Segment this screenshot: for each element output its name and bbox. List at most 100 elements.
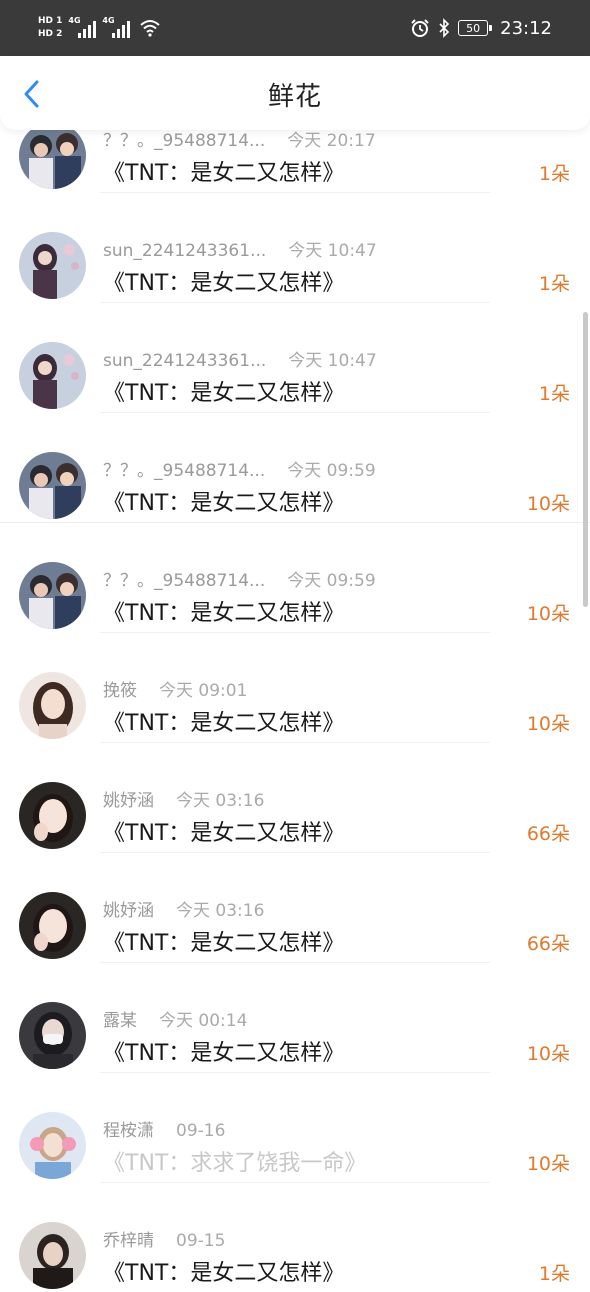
book-title[interactable]: 《TNT：是女二又怎样》 [103,155,344,187]
book-title[interactable]: 《TNT：是女二又怎样》 [103,375,344,407]
list-item[interactable]: sun_2241243361... 今天 10:47 《TNT：是女二又怎样》 1… [0,192,590,302]
username[interactable]: 挽筱 [103,681,137,701]
flower-count: 10朵 [526,1153,570,1175]
username[interactable]: 姚妤涵 [103,901,154,921]
list-item[interactable]: 挽筱 今天 09:01 《TNT：是女二又怎样》 10朵 [0,632,590,742]
book-title[interactable]: 《TNT：是女二又怎样》 [103,1255,344,1287]
timestamp: 今天 03:16 [176,901,265,921]
username[interactable]: 程桉潇 [103,1121,154,1141]
timestamp: 09-16 [176,1121,226,1141]
avatar[interactable] [19,1002,86,1069]
item-meta: 姚妤涵 今天 03:16 [103,896,264,921]
divider [0,522,590,523]
app-header: 鲜花 [0,56,590,130]
item-meta: 姚妤涵 今天 03:16 [103,786,264,811]
timestamp: 今天 10:47 [288,351,377,371]
flower-count: 10朵 [526,713,570,735]
scrollbar[interactable] [583,312,588,607]
wifi-icon [140,20,161,37]
hd1-label: HD 1 [38,16,63,26]
item-meta: 露某 今天 00:14 [103,1006,247,1031]
username[interactable]: ？？。_95488714... [103,461,265,481]
flower-count: 1朵 [538,163,570,185]
avatar[interactable] [19,892,86,959]
book-title[interactable]: 《TNT：是女二又怎样》 [103,815,344,847]
item-meta: 挽筱 今天 09:01 [103,676,247,701]
list-item[interactable]: ？？。_95488714... 今天 09:59 《TNT：是女二又怎样》 10朵 [0,412,590,522]
item-meta: sun_2241243361... 今天 10:47 [103,346,377,371]
timestamp: 今天 03:16 [176,791,265,811]
avatar[interactable] [19,672,86,739]
timestamp: 今天 09:59 [287,571,376,591]
flower-count: 1朵 [538,383,570,405]
alarm-icon [411,19,429,37]
divider [100,302,490,303]
flower-count: 10朵 [526,603,570,625]
avatar[interactable] [19,122,86,189]
avatar[interactable] [19,562,86,629]
item-meta: 程桉潇 09-16 [103,1116,225,1141]
pink-headphones-avatar [19,1112,86,1179]
item-meta: 乔梓晴 09-15 [103,1226,225,1251]
username[interactable]: sun_2241243361... [103,241,266,261]
list-item[interactable]: 姚妤涵 今天 03:16 《TNT：是女二又怎样》 66朵 [0,742,590,852]
flower-count: 66朵 [526,933,570,955]
book-title[interactable]: 《TNT：求求了饶我一命》 [103,1145,366,1177]
status-bar: HD 1 HD 2 4G 4G 50 23:12 [0,0,590,56]
username[interactable]: 露某 [103,1011,137,1031]
bluetooth-icon [439,18,450,38]
divider [100,1182,490,1183]
username[interactable]: 乔梓晴 [103,1231,154,1251]
divider [100,962,490,963]
clock: 23:12 [500,17,552,39]
list-item[interactable]: sun_2241243361... 今天 10:47 《TNT：是女二又怎样》 1… [0,302,590,412]
flower-list: ？？。_95488714... 今天 20:17 《TNT：是女二又怎样》 1朵 … [0,82,590,1292]
page-title: 鲜花 [267,82,322,112]
book-title[interactable]: 《TNT：是女二又怎样》 [103,705,344,737]
hd-indicators: HD 1 HD 2 [38,16,62,40]
divider [100,1072,490,1073]
divider [100,632,490,633]
avatar[interactable] [19,1222,86,1289]
book-title[interactable]: 《TNT：是女二又怎样》 [103,265,344,297]
username[interactable]: sun_2241243361... [103,351,266,371]
two-boys-avatar [19,452,86,519]
dark-portrait-avatar [19,1222,86,1289]
avatar[interactable] [19,232,86,299]
timestamp: 今天 00:14 [159,1011,248,1031]
girl-selfie-avatar [19,782,86,849]
username[interactable]: ？？。_95488714... [103,131,265,151]
status-bar-right: 50 23:12 [410,14,552,42]
item-meta: sun_2241243361... 今天 10:47 [103,236,377,261]
avatar[interactable] [19,452,86,519]
list-item[interactable]: 乔梓晴 09-15 《TNT：是女二又怎样》 1朵 [0,1182,590,1292]
item-meta: ？？。_95488714... 今天 09:59 [103,456,376,481]
girl-stage-avatar [19,232,86,299]
username[interactable]: ？？。_95488714... [103,571,265,591]
list-item[interactable]: 姚妤涵 今天 03:16 《TNT：是女二又怎样》 66朵 [0,852,590,962]
two-boys-avatar [19,562,86,629]
book-title[interactable]: 《TNT：是女二又怎样》 [103,485,344,517]
divider [100,192,490,193]
timestamp: 今天 09:59 [287,461,376,481]
flower-count: 10朵 [526,1043,570,1065]
username[interactable]: 姚妤涵 [103,791,154,811]
avatar[interactable] [19,342,86,409]
timestamp: 今天 10:47 [288,241,377,261]
flower-count: 66朵 [526,823,570,845]
book-title[interactable]: 《TNT：是女二又怎样》 [103,925,344,957]
list-item[interactable]: ？？。_95488714... 今天 09:59 《TNT：是女二又怎样》 10朵 [0,522,590,632]
list-item[interactable]: 露某 今天 00:14 《TNT：是女二又怎样》 10朵 [0,962,590,1072]
book-title[interactable]: 《TNT：是女二又怎样》 [103,1035,344,1067]
divider [100,742,490,743]
list-item[interactable]: 程桉潇 09-16 《TNT：求求了饶我一命》 10朵 [0,1072,590,1182]
divider [100,852,490,853]
girl-selfie-avatar [19,892,86,959]
two-boys-avatar [19,122,86,189]
signal-icon: 4G [68,16,97,38]
avatar[interactable] [19,782,86,849]
avatar[interactable] [19,1112,86,1179]
item-meta: ？？。_95488714... 今天 09:59 [103,566,376,591]
divider [100,412,490,413]
book-title[interactable]: 《TNT：是女二又怎样》 [103,595,344,627]
